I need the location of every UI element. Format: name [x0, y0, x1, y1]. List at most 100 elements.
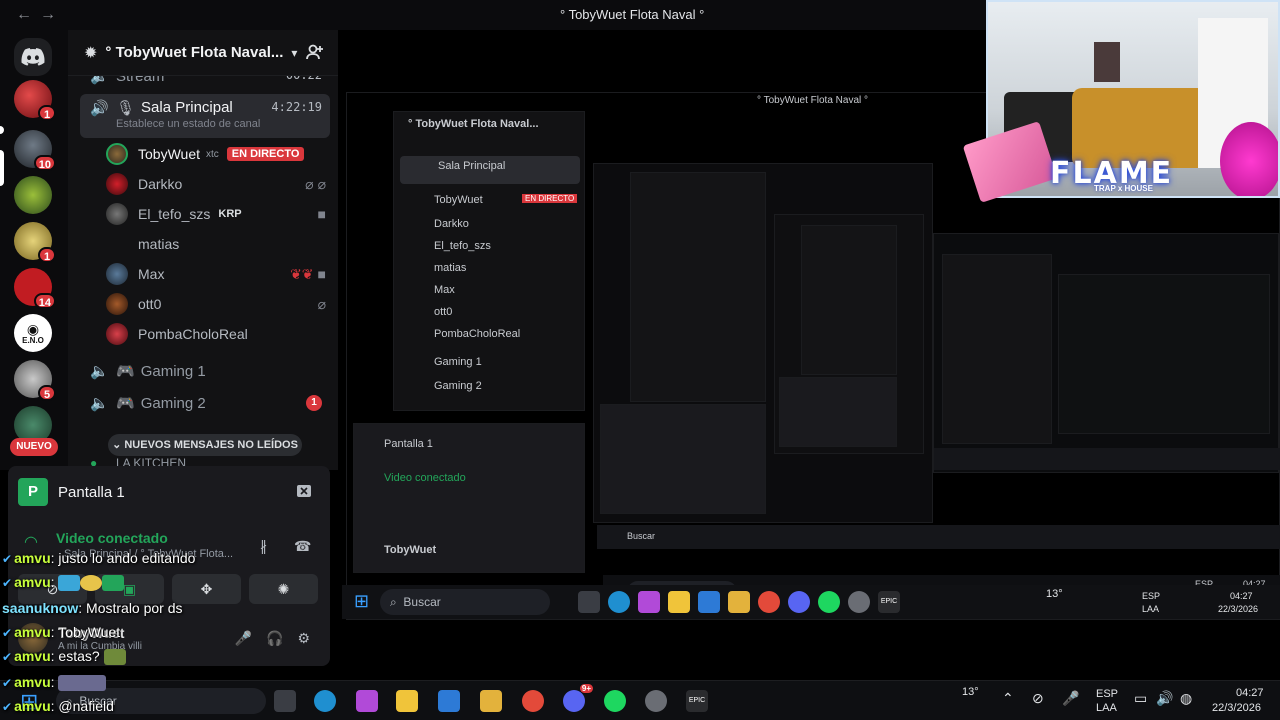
store-icon[interactable] — [396, 690, 418, 712]
microphone-icon[interactable]: 🎤 — [1062, 691, 1079, 705]
server-icon[interactable]: 1 — [14, 222, 56, 263]
emote-icon — [102, 575, 125, 592]
chat-line: ✔ amvu: estas? — [2, 648, 126, 666]
user-tag: xtc — [206, 148, 219, 160]
channel-status[interactable]: Establece un estado de canal — [116, 118, 260, 130]
popout-icon[interactable] — [296, 484, 312, 501]
disconnect-icon[interactable]: ☎ — [294, 538, 311, 555]
add-member-icon[interactable] — [306, 43, 324, 64]
windows-start-icon: ⊞ — [354, 591, 370, 611]
eye-icon: ◉ — [26, 320, 40, 337]
nested-user: El_tefo_szs — [434, 240, 491, 252]
headphones-icon[interactable]: 🎧 — [266, 630, 283, 647]
nested-sidebar-2 — [630, 172, 766, 402]
voice-user[interactable]: El_tefo_szs KRP ■ — [106, 201, 326, 227]
server-icon[interactable]: 5 — [14, 360, 56, 401]
server-badge: 1 — [38, 247, 56, 263]
chrome-icon[interactable] — [522, 690, 544, 712]
voice-user[interactable]: TobyWuet xtc EN DIRECTO — [106, 141, 326, 167]
copilot-icon — [638, 591, 660, 613]
channel-gaming-2[interactable]: 🔈 🎮 Gaming 2 1 — [80, 389, 330, 417]
chevron-up-icon[interactable]: ⌃ — [1002, 691, 1014, 705]
discord-icon[interactable]: 9+ — [563, 684, 593, 712]
muted-icon: ⌀ — [305, 176, 314, 192]
spotify-icon[interactable] — [604, 690, 626, 712]
soundboard-icon: ✺ — [277, 580, 290, 597]
store-icon — [668, 591, 690, 613]
channel-timer: 4:22:19 — [271, 100, 322, 114]
nested-taskbar-4 — [934, 448, 1280, 470]
microphone-icon[interactable]: 🎤 — [235, 630, 252, 647]
connection-status[interactable]: Video conectado — [56, 530, 168, 546]
edge-icon[interactable] — [314, 690, 336, 712]
server-icon[interactable]: 1 — [14, 80, 56, 121]
back-arrow-icon[interactable]: ← — [14, 6, 34, 24]
chevron-down-icon[interactable]: ▾ — [291, 46, 297, 60]
outlook-icon — [698, 591, 720, 613]
folder-icon[interactable] — [480, 690, 502, 712]
region[interactable]: LAA — [1096, 701, 1117, 715]
nested-lang: ESP — [1142, 591, 1161, 601]
voice-user[interactable]: ott0 ⌀ — [106, 291, 326, 317]
discord-home-button[interactable] — [14, 38, 52, 76]
weather-temp[interactable]: 13° — [962, 685, 979, 699]
settings-gear-icon[interactable]: ⚙ — [297, 630, 310, 647]
task-view-icon[interactable] — [274, 690, 296, 712]
battery-icon[interactable]: ◍ — [1180, 691, 1192, 705]
server-icon[interactable] — [14, 176, 52, 214]
voice-user[interactable]: matias — [106, 231, 326, 257]
new-messages-banner[interactable]: ⌄ NUEVOS MENSAJES NO LEÍDOS — [108, 434, 302, 456]
guild-header[interactable]: ✹ ° TobyWuet Flota Naval... ▾ — [68, 30, 338, 76]
forward-arrow-icon[interactable]: → — [38, 6, 58, 24]
outlook-icon[interactable] — [438, 690, 460, 712]
stream-title: Pantalla 1 — [58, 483, 125, 501]
nested-voice-panel-2 — [600, 404, 766, 514]
nested-title: ° TobyWuet Flota Naval ° — [757, 95, 869, 106]
language[interactable]: ESP — [1096, 687, 1118, 701]
voice-user[interactable]: Max ❦❦ ■ — [106, 261, 326, 287]
notification-off-icon[interactable]: ⊘ — [1032, 691, 1044, 705]
task-view-icon — [578, 591, 600, 613]
copilot-icon[interactable] — [356, 690, 378, 712]
user-name: TobyWuet — [138, 146, 200, 162]
channel-gaming-1[interactable]: 🔈 🎮 Gaming 1 — [80, 357, 330, 385]
obs-icon — [848, 591, 870, 613]
chat-text: estas? — [58, 648, 100, 664]
voice-user[interactable]: Darkko ⌀ ⌀ — [106, 171, 326, 197]
verified-icon: ✔ — [2, 626, 13, 640]
obs-icon[interactable] — [645, 690, 667, 712]
voice-user[interactable]: PombaCholoReal — [106, 321, 326, 347]
server-badge: 14 — [33, 293, 56, 309]
verified-icon: ✔ — [2, 700, 13, 714]
epic-games-icon[interactable]: EPIC — [686, 690, 708, 712]
gear-icon[interactable]: ✹ — [84, 43, 97, 63]
nested-search-text: Buscar — [403, 595, 441, 609]
poster-image — [1094, 42, 1120, 82]
chat-user: amvu — [14, 624, 51, 640]
user-tag: KRP — [218, 208, 242, 220]
clock-date[interactable]: 22/3/2026 — [1212, 701, 1261, 715]
channel-sala-principal[interactable]: 🔊 🎙 Sala Principal 4:22:19 Establece un … — [80, 94, 330, 138]
server-icon[interactable]: ◉ E.N.O — [14, 314, 52, 352]
channel-name: Sala Principal — [141, 99, 233, 116]
user-name: ott0 — [138, 296, 162, 312]
muted-icon: ⌀ — [317, 296, 326, 312]
spotify-icon — [818, 591, 840, 613]
network-icon[interactable]: ▭ — [1134, 691, 1147, 705]
chat-line: ✔ amvu: justo lo ando editando — [2, 550, 196, 566]
new-badge[interactable]: NUEVO — [10, 438, 58, 456]
speaker-icon: 🔈 — [90, 363, 109, 380]
chat-user: amvu — [14, 550, 51, 566]
nested-channel: Gaming 2 — [434, 380, 482, 392]
soundboard-button[interactable]: ✺ — [249, 574, 318, 604]
volume-icon[interactable]: 🔊 — [1156, 691, 1173, 705]
nested-user: Max — [434, 284, 455, 296]
server-icon[interactable]: 14 — [14, 268, 56, 309]
edge-icon — [608, 591, 630, 613]
clock-time[interactable]: 04:27 — [1236, 686, 1264, 700]
server-icon[interactable]: 10 — [14, 130, 56, 171]
nested-region: LAA — [1142, 604, 1160, 614]
nested-sidebar-4 — [942, 254, 1052, 444]
nested-voice-panel: Pantalla 1 Video conectado TobyWuet — [353, 423, 585, 573]
noise-suppression-icon[interactable]: ∦ — [260, 538, 267, 555]
